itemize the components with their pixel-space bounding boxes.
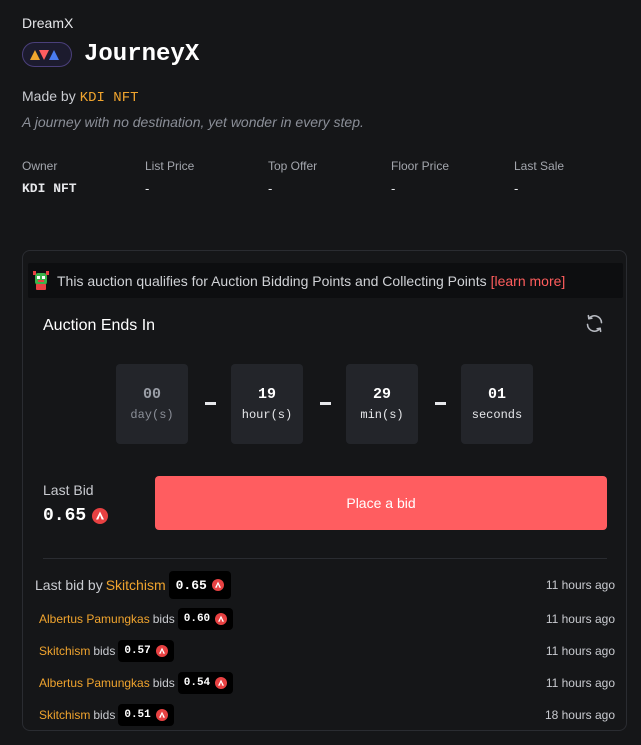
countdown-seconds: 01 seconds	[461, 364, 533, 444]
stat-floor-price: Floor Price -	[391, 159, 449, 196]
bidder-link[interactable]: Albertus Pamungkas	[39, 676, 150, 690]
countdown-separator	[435, 402, 446, 405]
refresh-icon[interactable]	[584, 313, 605, 334]
stat-label: Floor Price	[391, 159, 450, 173]
bid-row: Albertus Pamungkas bids 0.54 11 hours ag…	[35, 672, 615, 694]
collection-logo	[22, 42, 72, 67]
creator-link[interactable]: KDI NFT	[80, 90, 139, 106]
avax-icon	[92, 508, 109, 524]
bid-amount-chip: 0.51	[118, 704, 174, 726]
countdown-value: 00	[142, 386, 161, 403]
bid-row: Skitchism bids 0.51 18 hours ago	[35, 704, 615, 726]
bid-time: 11 hours ago	[545, 676, 615, 690]
made-by-label: Made by	[22, 88, 76, 104]
countdown-unit: seconds	[471, 408, 523, 422]
tagline: A journey with no destination, yet wonde…	[22, 114, 364, 130]
bid-time: 11 hours ago	[545, 578, 615, 592]
bidder-link[interactable]: Albertus Pamungkas	[39, 612, 150, 626]
bid-row: Albertus Pamungkas bids 0.60 11 hours ag…	[35, 608, 615, 630]
stat-label: Owner	[22, 159, 58, 173]
last-bid-amount: 0.65	[43, 506, 87, 526]
auction-title: Auction Ends In	[43, 317, 156, 334]
stat-last-sale: Last Sale -	[514, 159, 564, 196]
avax-icon	[211, 579, 224, 591]
countdown-days: 00 day(s)	[116, 364, 188, 444]
bid-time: 11 hours ago	[545, 644, 615, 658]
countdown-hours: 19 hour(s)	[231, 364, 303, 444]
bid-time: 11 hours ago	[545, 612, 615, 626]
countdown-unit: min(s)	[360, 408, 404, 422]
countdown-separator	[320, 402, 331, 405]
bids-label: bids	[152, 676, 175, 690]
bid-time: 18 hours ago	[544, 708, 615, 722]
last-bid-label: Last Bid	[43, 482, 94, 498]
bids-label: bids	[152, 612, 175, 626]
countdown-unit: day(s)	[130, 408, 174, 422]
points-mascot-icon	[33, 270, 49, 290]
avax-icon	[215, 613, 228, 625]
bid-amount-chip: 0.60	[177, 608, 234, 630]
stat-top-offer: Top Offer -	[268, 159, 317, 196]
bids-label: bids	[93, 708, 116, 722]
stat-value: -	[268, 181, 273, 196]
stat-list-price: List Price -	[145, 159, 194, 196]
bid-amount: 0.51	[124, 709, 151, 721]
countdown-minutes: 29 min(s)	[346, 364, 418, 444]
bid-amount-chip: 0.54	[177, 672, 234, 694]
stat-value: -	[145, 181, 150, 196]
last-bid-by-label: Last bid by	[35, 577, 103, 593]
stat-owner: Owner KDI NFT	[22, 159, 77, 196]
avax-icon	[215, 677, 228, 689]
bid-row: Skitchism bids 0.57 11 hours ago	[35, 640, 615, 662]
bid-amount: 0.57	[124, 645, 151, 657]
banner-text: This auction qualifies for Auction Biddi…	[57, 272, 487, 289]
last-bid-row: Last bid by Skitchism 0.65 11 hours ago	[35, 571, 615, 599]
last-bid-value: 0.65	[43, 506, 109, 526]
bid-amount: 0.60	[183, 613, 211, 625]
bids-label: bids	[93, 644, 116, 658]
countdown-separator	[205, 402, 216, 405]
bidder-link[interactable]: Skitchism	[39, 708, 90, 722]
owner-value[interactable]: KDI NFT	[22, 181, 77, 196]
bid-amount-chip: 0.57	[118, 640, 174, 662]
divider	[43, 558, 607, 559]
countdown-unit: hour(s)	[241, 408, 293, 422]
avax-icon	[155, 645, 168, 657]
bid-amount: 0.54	[183, 677, 211, 689]
made-by: Made by KDI NFT	[22, 88, 139, 106]
stat-label: List Price	[145, 159, 195, 173]
stat-value: -	[514, 181, 519, 196]
countdown-value: 01	[487, 386, 506, 403]
stat-value: -	[391, 181, 396, 196]
bidder-link[interactable]: Skitchism	[39, 644, 90, 658]
points-banner: This auction qualifies for Auction Biddi…	[28, 263, 623, 298]
bidder-link[interactable]: Skitchism	[106, 577, 166, 593]
nft-title: JourneyX	[84, 41, 200, 68]
stat-label: Last Sale	[514, 159, 565, 173]
collection-name[interactable]: DreamX	[22, 15, 73, 31]
dreamx-logo-icon	[30, 49, 59, 60]
countdown-value: 29	[372, 386, 391, 403]
countdown-value: 19	[257, 386, 276, 403]
bid-amount-chip: 0.65	[168, 571, 231, 599]
avax-icon	[155, 709, 168, 721]
bid-amount: 0.65	[175, 577, 207, 593]
learn-more-link[interactable]: [learn more]	[491, 273, 566, 289]
stat-label: Top Offer	[268, 159, 318, 173]
place-bid-button[interactable]: Place a bid	[155, 476, 607, 530]
